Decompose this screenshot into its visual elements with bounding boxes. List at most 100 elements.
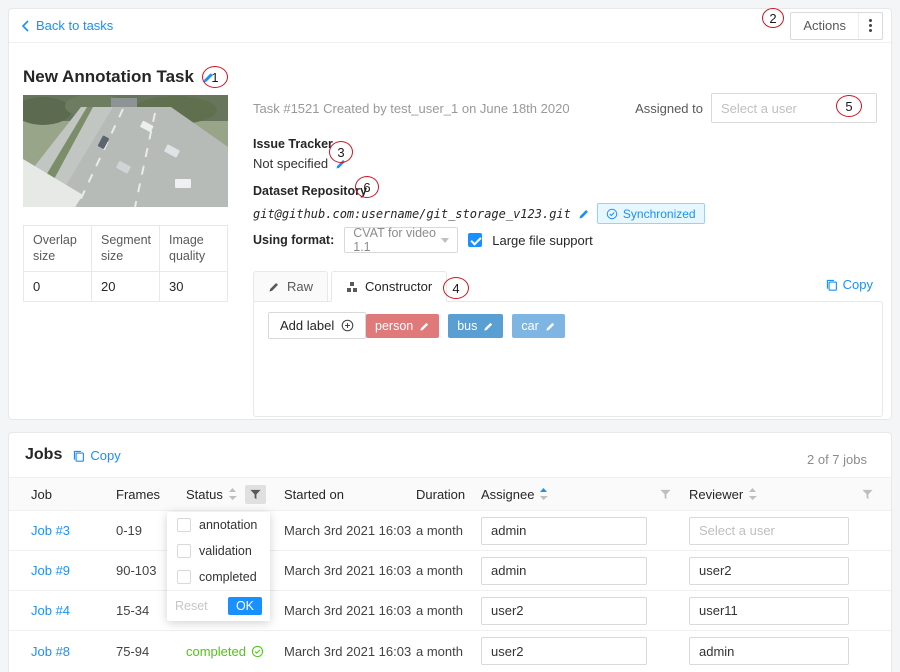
filter-ok-button[interactable]: OK bbox=[228, 597, 262, 615]
callout-3: 3 bbox=[329, 141, 353, 163]
tab-constructor[interactable]: Constructor bbox=[331, 271, 447, 302]
copy-icon bbox=[825, 278, 838, 291]
job-link[interactable]: Job #9 bbox=[31, 563, 70, 578]
job-started-on: March 3rd 2021 16:03 bbox=[284, 563, 416, 578]
sort-icon[interactable] bbox=[539, 487, 548, 501]
sort-icon[interactable] bbox=[228, 487, 237, 501]
labels-copy-link[interactable]: Copy bbox=[825, 277, 873, 292]
job-assignee-input[interactable] bbox=[481, 517, 647, 545]
column-frames: Frames bbox=[116, 487, 186, 502]
synchronized-badge: Synchronized bbox=[597, 203, 705, 224]
back-to-tasks-link[interactable]: Back to tasks bbox=[21, 18, 113, 33]
callout-2: 2 bbox=[762, 8, 784, 28]
assignee-filter-funnel-icon[interactable] bbox=[660, 489, 671, 500]
label-chip-car[interactable]: car bbox=[512, 314, 564, 338]
kebab-icon[interactable] bbox=[859, 19, 882, 32]
chevron-down-icon bbox=[441, 238, 449, 243]
jobs-count-text: 2 of 7 jobs bbox=[807, 452, 867, 467]
edit-label-pencil-icon[interactable] bbox=[545, 321, 556, 332]
job-reviewer-input[interactable] bbox=[689, 637, 849, 665]
job-row: Job #9 90-103 March 3rd 2021 16:03 a mon… bbox=[9, 551, 891, 591]
job-duration: a month bbox=[416, 523, 481, 538]
dataset-repository-url: git@github.com:username/git_storage_v123… bbox=[253, 207, 571, 221]
column-status[interactable]: Status bbox=[186, 485, 284, 504]
filter-option-validation[interactable]: validation bbox=[167, 538, 270, 564]
check-circle-icon bbox=[251, 645, 264, 658]
column-job: Job bbox=[31, 487, 116, 502]
job-reviewer-input[interactable] bbox=[689, 557, 849, 585]
task-title: New Annotation Task bbox=[23, 67, 194, 87]
job-row: Job #3 0-19 March 3rd 2021 16:03 a month bbox=[9, 511, 891, 551]
reviewer-filter-funnel-icon[interactable] bbox=[862, 489, 873, 500]
task-preview-image bbox=[23, 95, 228, 207]
job-duration: a month bbox=[416, 563, 481, 578]
jobs-copy-label: Copy bbox=[90, 448, 120, 463]
job-link[interactable]: Job #3 bbox=[31, 523, 70, 538]
edit-repository-pencil-icon[interactable] bbox=[578, 208, 590, 220]
job-reviewer-input[interactable] bbox=[689, 597, 849, 625]
check-circle-icon bbox=[606, 208, 618, 220]
job-frames: 75-94 bbox=[116, 644, 186, 659]
job-duration: a month bbox=[416, 644, 481, 659]
label-chip-bus-name: bus bbox=[457, 319, 477, 333]
task-detail-card: Back to tasks Actions New Annotation Tas… bbox=[8, 8, 892, 420]
param-header-overlap: Overlap size bbox=[24, 226, 92, 272]
sort-icon[interactable] bbox=[748, 487, 757, 501]
callout-5: 5 bbox=[836, 95, 862, 117]
job-started-on: March 3rd 2021 16:03 bbox=[284, 603, 416, 618]
jobs-table: Job Frames Status Started on Duration As… bbox=[9, 477, 891, 671]
filter-option-completed[interactable]: completed bbox=[167, 564, 270, 590]
add-label-text: Add label bbox=[280, 318, 334, 333]
add-label-button[interactable]: Add label bbox=[268, 312, 366, 339]
tab-raw-label: Raw bbox=[287, 279, 313, 294]
param-value-quality: 30 bbox=[160, 272, 228, 302]
job-reviewer-input[interactable] bbox=[689, 517, 849, 545]
checkbox-validation[interactable] bbox=[177, 544, 191, 558]
label-chip-car-name: car bbox=[521, 319, 538, 333]
job-link[interactable]: Job #8 bbox=[31, 644, 70, 659]
jobs-copy-link[interactable]: Copy bbox=[72, 448, 120, 463]
job-started-on: March 3rd 2021 16:03 bbox=[284, 523, 416, 538]
checkbox-annotation[interactable] bbox=[177, 518, 191, 532]
job-duration: a month bbox=[416, 603, 481, 618]
actions-button[interactable]: Actions bbox=[790, 12, 883, 40]
status-filter-funnel-icon[interactable] bbox=[245, 485, 266, 504]
plus-circle-icon bbox=[341, 319, 354, 332]
label-chip-bus[interactable]: bus bbox=[448, 314, 503, 338]
job-assignee-input[interactable] bbox=[481, 597, 647, 625]
label-chip-person-name: person bbox=[375, 319, 413, 333]
callout-6: 6 bbox=[355, 176, 379, 198]
filter-option-annotation[interactable]: annotation bbox=[167, 512, 270, 538]
labels-copy-label: Copy bbox=[843, 277, 873, 292]
checkbox-completed[interactable] bbox=[177, 570, 191, 584]
assigned-to-label: Assigned to bbox=[635, 101, 703, 116]
column-reviewer[interactable]: Reviewer bbox=[689, 487, 891, 502]
large-file-support-checkbox[interactable] bbox=[468, 233, 482, 247]
job-link[interactable]: Job #4 bbox=[31, 603, 70, 618]
filter-reset-button[interactable]: Reset bbox=[175, 599, 208, 613]
job-row: Job #8 75-94 completed March 3rd 2021 16… bbox=[9, 631, 891, 671]
tab-raw[interactable]: Raw bbox=[253, 271, 328, 302]
column-assignee[interactable]: Assignee bbox=[481, 487, 689, 502]
format-select[interactable]: CVAT for video 1.1 bbox=[344, 227, 458, 253]
task-meta-text: Task #1521 Created by test_user_1 on Jun… bbox=[253, 101, 570, 116]
param-header-quality: Image quality bbox=[160, 226, 228, 272]
large-file-support-label: Large file support bbox=[492, 233, 592, 248]
job-started-on: March 3rd 2021 16:03 bbox=[284, 644, 416, 659]
param-header-segment: Segment size bbox=[92, 226, 160, 272]
using-format-label: Using format: bbox=[253, 233, 334, 247]
edit-label-pencil-icon[interactable] bbox=[419, 321, 430, 332]
jobs-table-header: Job Frames Status Started on Duration As… bbox=[9, 477, 891, 511]
param-value-segment: 20 bbox=[92, 272, 160, 302]
format-select-value: CVAT for video 1.1 bbox=[353, 226, 441, 254]
job-assignee-input[interactable] bbox=[481, 637, 647, 665]
tab-constructor-label: Constructor bbox=[365, 279, 432, 294]
label-chip-person[interactable]: person bbox=[366, 314, 439, 338]
issue-tracker-value: Not specified bbox=[253, 156, 328, 171]
job-assignee-input[interactable] bbox=[481, 557, 647, 585]
actions-label: Actions bbox=[791, 18, 858, 33]
callout-1: 1 bbox=[202, 66, 228, 88]
task-params-table: Overlap size Segment size Image quality … bbox=[23, 225, 228, 302]
edit-label-pencil-icon[interactable] bbox=[483, 321, 494, 332]
param-value-overlap: 0 bbox=[24, 272, 92, 302]
